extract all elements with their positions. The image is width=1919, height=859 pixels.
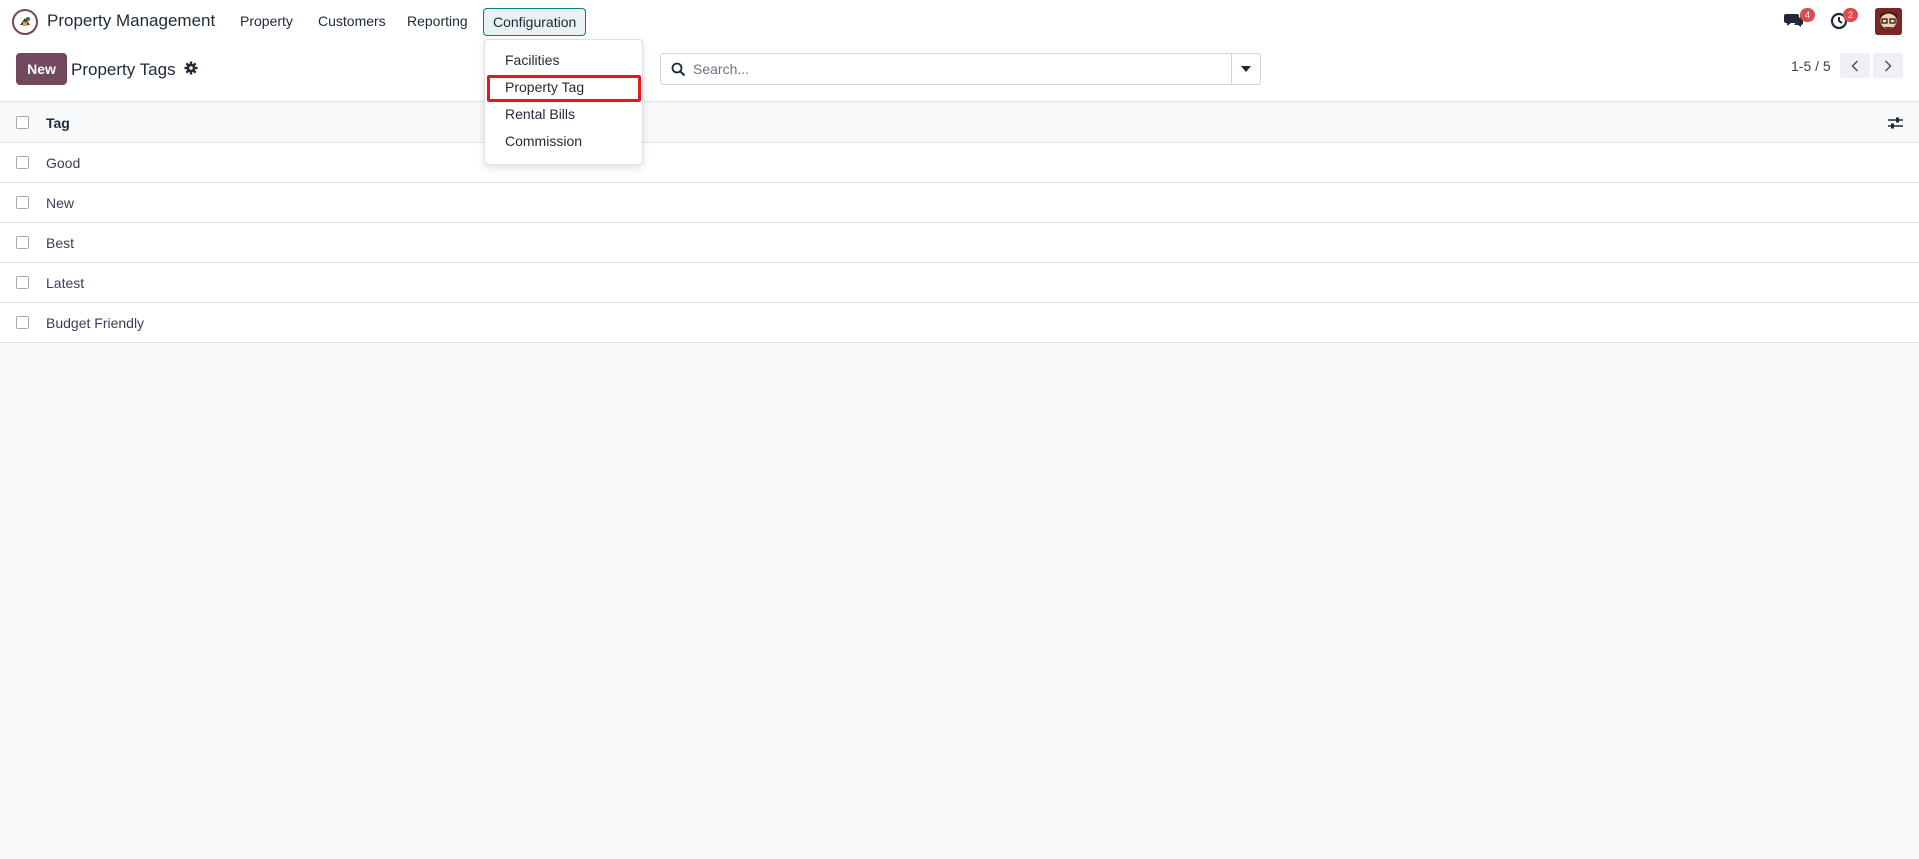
nav-property[interactable]: Property <box>240 13 293 29</box>
gear-icon[interactable] <box>184 61 198 75</box>
menu-item-commission[interactable]: Commission <box>505 133 582 149</box>
nav-configuration[interactable]: Configuration <box>483 8 587 36</box>
pager-next-button[interactable] <box>1873 53 1903 78</box>
tag-cell: Good <box>46 155 81 171</box>
row-checkbox[interactable] <box>16 236 29 249</box>
row-checkbox[interactable] <box>16 316 29 329</box>
tag-list: Tag Good New Best Latest Budget Friendly <box>0 103 1919 343</box>
user-avatar[interactable] <box>1875 8 1902 35</box>
column-settings-icon[interactable] <box>1888 116 1903 130</box>
table-row[interactable]: New <box>0 183 1919 223</box>
control-panel: New Property Tags 1-5 / 5 <box>0 43 1919 102</box>
tag-cell: Latest <box>46 275 85 291</box>
list-header: Tag <box>0 103 1919 143</box>
row-checkbox[interactable] <box>16 196 29 209</box>
messages-badge: 4 <box>1800 8 1815 22</box>
top-navbar: Property Management Property Customers R… <box>0 0 1919 43</box>
search-options-toggle[interactable] <box>1231 54 1260 84</box>
nav-customers[interactable]: Customers <box>318 13 386 29</box>
caret-down-icon <box>1241 66 1251 72</box>
menu-item-rental-bills[interactable]: Rental Bills <box>505 106 575 122</box>
configuration-dropdown-menu: Facilities Property Tag Rental Bills Com… <box>484 39 643 165</box>
nav-reporting[interactable]: Reporting <box>407 13 468 29</box>
tag-cell: New <box>46 195 75 211</box>
menu-item-property-tag[interactable]: Property Tag <box>505 79 584 95</box>
select-all-checkbox[interactable] <box>16 116 29 129</box>
chevron-left-icon <box>1851 59 1859 72</box>
page-title: Property Tags <box>71 60 176 79</box>
pager-value[interactable]: 1-5 / 5 <box>1791 58 1831 74</box>
search-box <box>660 53 1261 85</box>
tag-cell: Budget Friendly <box>46 315 145 331</box>
table-row[interactable]: Good <box>0 143 1919 183</box>
app-logo-icon[interactable] <box>12 9 38 35</box>
pager-previous-button[interactable] <box>1840 53 1870 78</box>
table-row[interactable]: Latest <box>0 263 1919 303</box>
menu-item-facilities[interactable]: Facilities <box>505 52 559 68</box>
tag-cell: Best <box>46 235 75 251</box>
column-header-tag[interactable]: Tag <box>46 115 70 131</box>
activity-badge: 2 <box>1843 8 1858 22</box>
search-icon <box>671 62 686 77</box>
row-checkbox[interactable] <box>16 156 29 169</box>
app-name[interactable]: Property Management <box>47 11 215 31</box>
new-button[interactable]: New <box>16 53 67 85</box>
row-checkbox[interactable] <box>16 276 29 289</box>
search-input[interactable] <box>693 55 1218 83</box>
table-row[interactable]: Budget Friendly <box>0 303 1919 343</box>
table-row[interactable]: Best <box>0 223 1919 263</box>
chevron-right-icon <box>1884 59 1892 72</box>
